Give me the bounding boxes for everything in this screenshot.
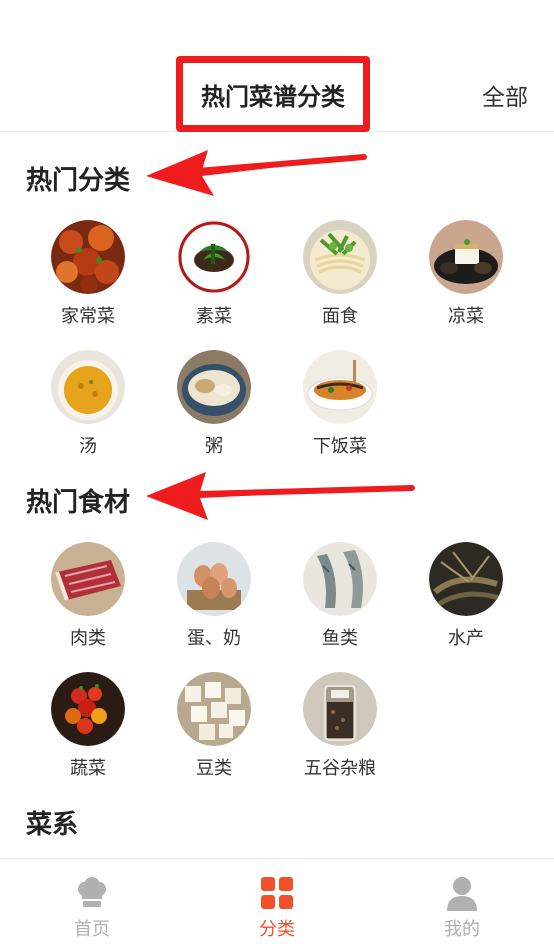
- ingredient-label: 蔬菜: [70, 758, 106, 779]
- ingredient-item-meat[interactable]: 肉类: [25, 542, 151, 650]
- noodles-photo: [303, 220, 377, 294]
- tofu-photo: [177, 672, 251, 746]
- category-label: 粥: [205, 436, 223, 457]
- vegetarian-dish-photo: [177, 220, 251, 294]
- section-title-hot-categories: 热门分类: [26, 166, 131, 196]
- category-label: 凉菜: [448, 306, 484, 327]
- cold-dish-photo: [429, 220, 503, 294]
- bottom-tab-bar: 首页 分类 我的: [0, 858, 554, 944]
- ingredient-label: 五谷杂粮: [304, 758, 376, 779]
- eggs-photo: [177, 542, 251, 616]
- ingredient-label: 水产: [448, 628, 484, 649]
- category-item-porridge[interactable]: 粥: [151, 350, 277, 458]
- tab-label: 分类: [259, 919, 295, 940]
- category-label: 素菜: [196, 306, 232, 327]
- ingredient-item-beans[interactable]: 豆类: [151, 672, 277, 780]
- tab-home[interactable]: 首页: [0, 859, 184, 944]
- section-title-cuisines: 菜系: [26, 810, 79, 840]
- porridge-photo: [177, 350, 251, 424]
- category-item-noodles[interactable]: 面食: [277, 220, 403, 328]
- tab-label: 首页: [74, 919, 110, 940]
- category-item-rice-dish[interactable]: 下饭菜: [277, 350, 403, 458]
- seafood-photo: [429, 542, 503, 616]
- meat-photo: [51, 542, 125, 616]
- ingredient-item-seafood[interactable]: 水产: [403, 542, 529, 650]
- ingredient-label: 蛋、奶: [187, 628, 241, 649]
- tab-category[interactable]: 分类: [185, 859, 369, 944]
- header: 热门菜谱分类 全部: [0, 0, 554, 132]
- ingredient-item-grains[interactable]: 五谷杂粮: [277, 672, 403, 780]
- all-categories-link[interactable]: 全部: [482, 78, 528, 112]
- fish-photo: [303, 542, 377, 616]
- ingredient-label: 鱼类: [322, 628, 358, 649]
- rice-dish-photo: [303, 350, 377, 424]
- ingredient-label: 肉类: [70, 628, 106, 649]
- soup-photo: [51, 350, 125, 424]
- annotation-arrow-icon: [146, 150, 367, 196]
- section-title-hot-ingredients: 热门食材: [26, 488, 131, 518]
- category-label: 面食: [322, 306, 358, 327]
- ingredient-item-eggs[interactable]: 蛋、奶: [151, 542, 277, 650]
- category-item-cold-dish[interactable]: 凉菜: [403, 220, 529, 328]
- ingredient-item-fish[interactable]: 鱼类: [277, 542, 403, 650]
- chef-hat-icon: [78, 877, 106, 907]
- category-item-vegetarian[interactable]: 素菜: [151, 220, 277, 328]
- ingredient-label: 豆类: [196, 758, 232, 779]
- category-item-soup[interactable]: 汤: [25, 350, 151, 458]
- tab-profile[interactable]: 我的: [370, 859, 554, 944]
- grains-photo: [303, 672, 377, 746]
- tab-label: 我的: [444, 919, 480, 940]
- page-title-highlight: 热门菜谱分类: [176, 56, 370, 132]
- annotation-arrow-icon: [146, 472, 415, 520]
- category-label: 汤: [79, 436, 97, 457]
- home-dish-photo: [51, 220, 125, 294]
- category-label: 下饭菜: [313, 436, 367, 457]
- category-item-home-dish[interactable]: 家常菜: [25, 220, 151, 328]
- user-icon: [447, 877, 477, 911]
- grid-icon: [261, 877, 293, 909]
- vegetables-photo: [51, 672, 125, 746]
- ingredient-item-vegetables[interactable]: 蔬菜: [25, 672, 151, 780]
- category-label: 家常菜: [61, 306, 115, 327]
- page-title: 热门菜谱分类: [201, 82, 345, 111]
